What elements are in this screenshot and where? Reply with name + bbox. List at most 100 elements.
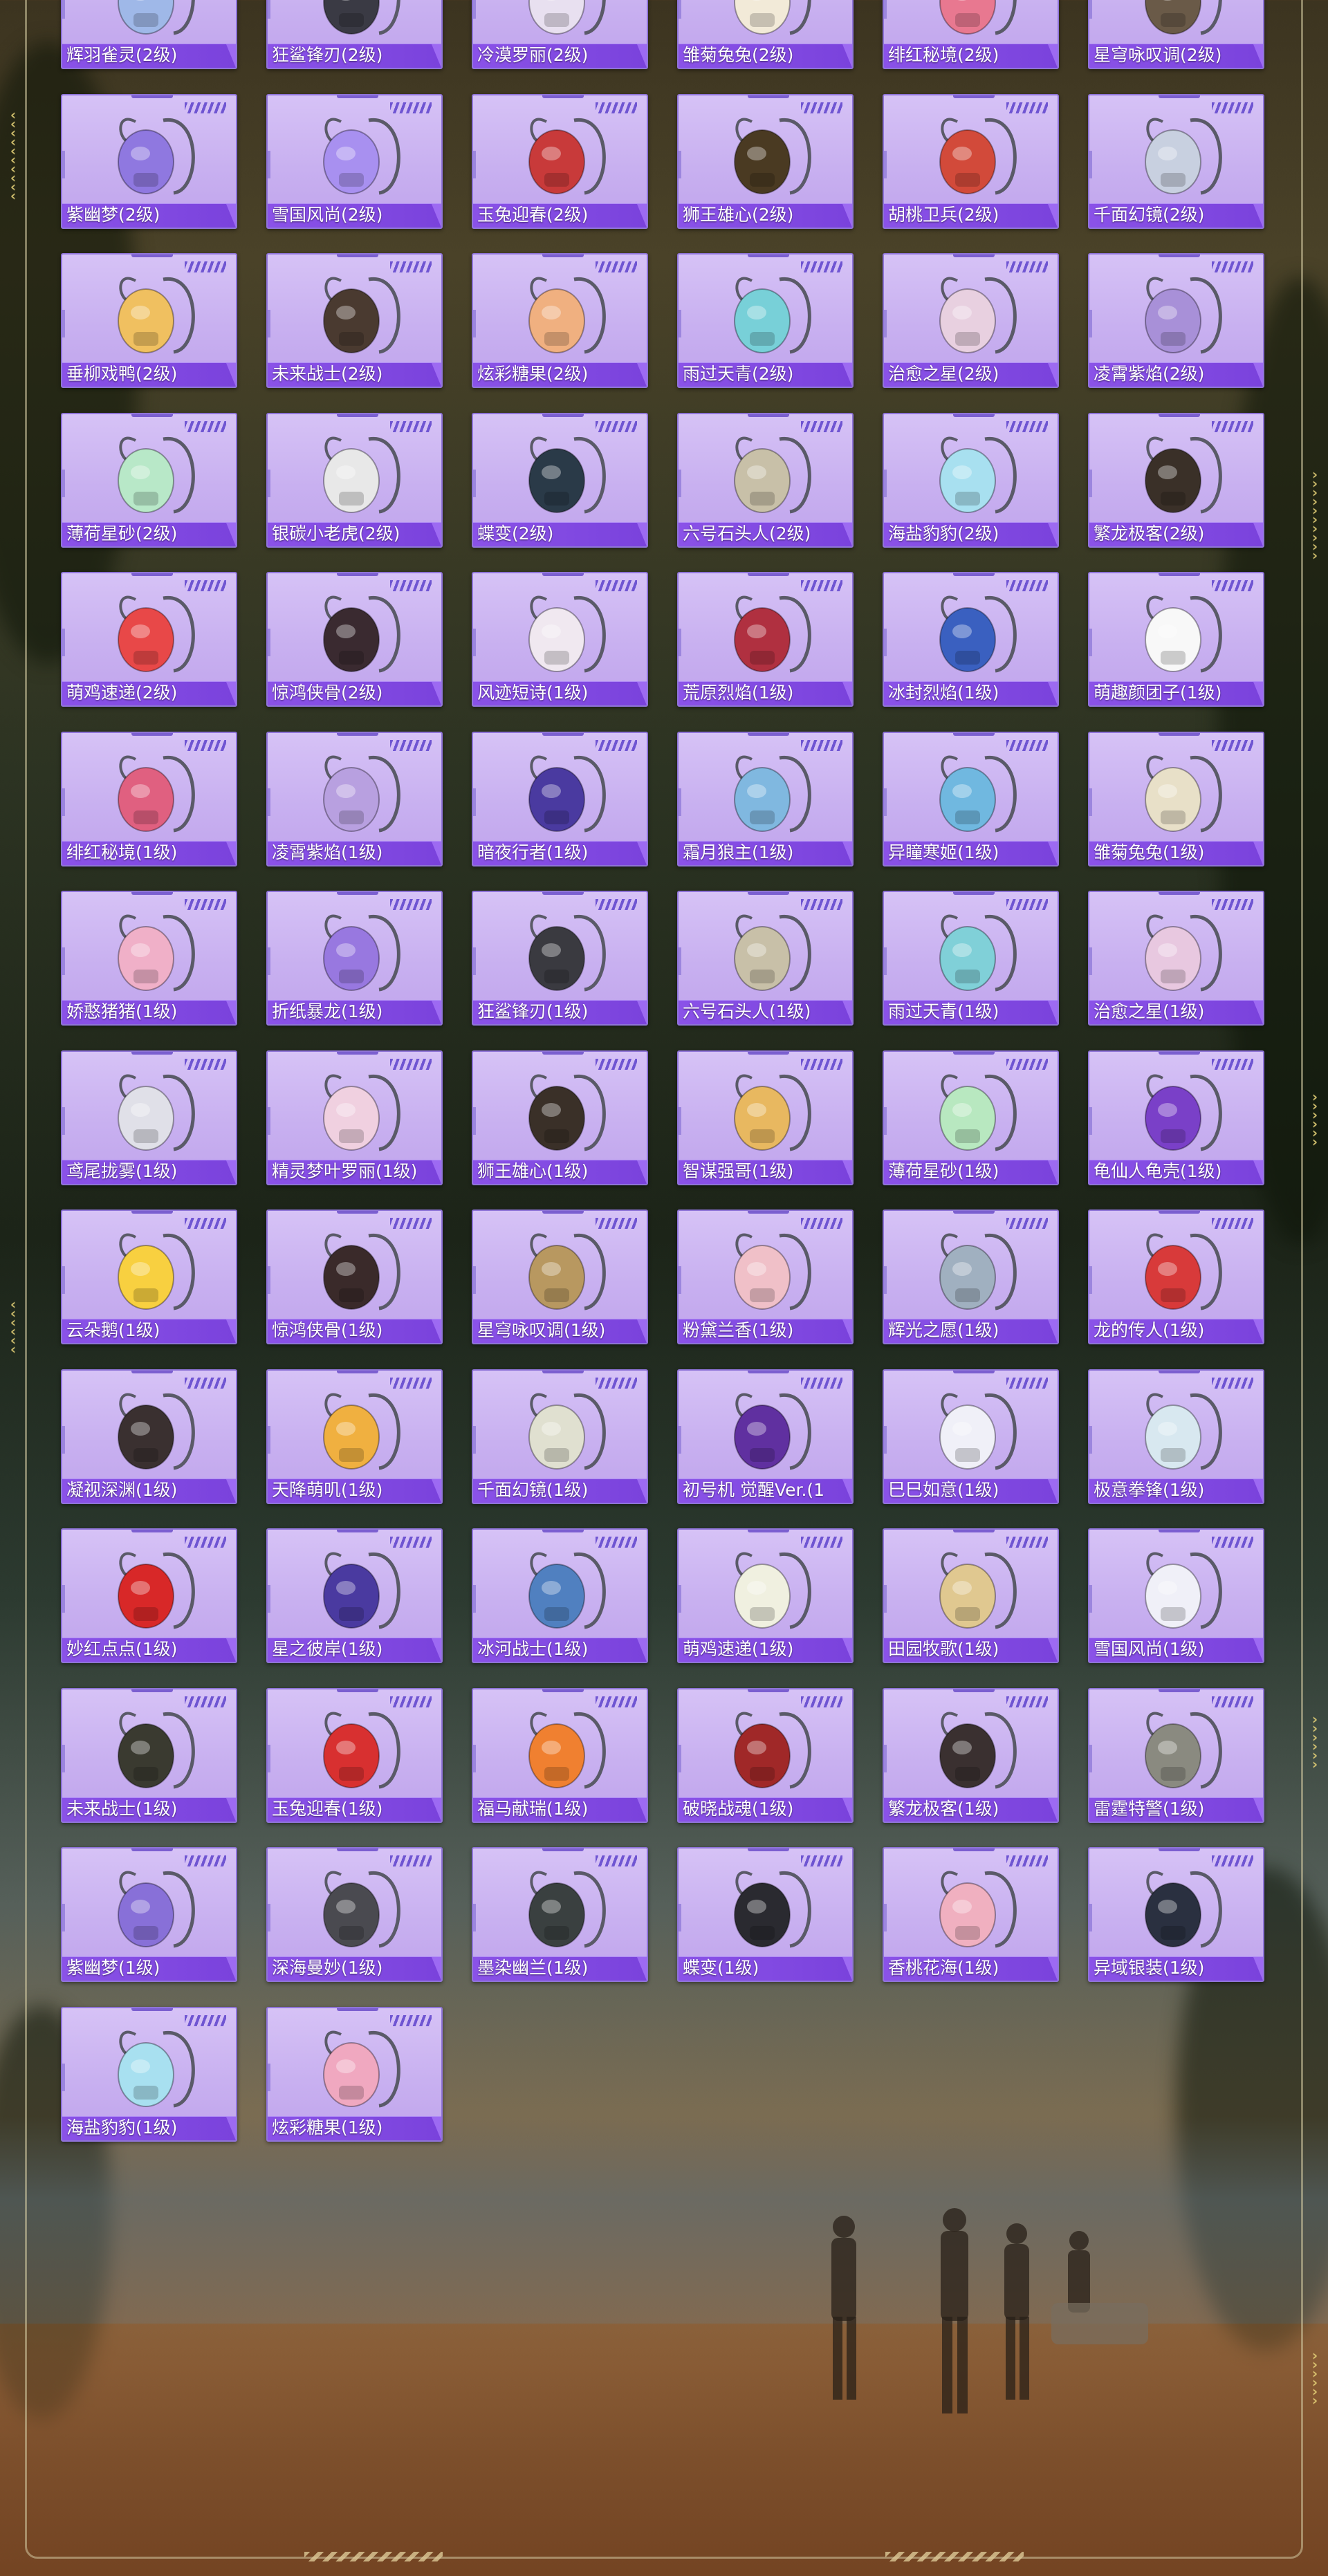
backpack-card[interactable]: 云朵鹅(1级): [61, 1210, 237, 1344]
backpack-card[interactable]: 惊鸿侠骨(2级): [266, 572, 443, 707]
backpack-card[interactable]: 天降萌叽(1级): [266, 1369, 443, 1504]
backpack-card[interactable]: 霜月狼主(1级): [677, 731, 854, 867]
backpack-card[interactable]: 胡桃卫兵(2级): [883, 93, 1059, 229]
backpack-image: [939, 914, 1017, 992]
backpack-card[interactable]: 萌趣颜团子(1级): [1088, 572, 1264, 707]
backpack-card[interactable]: 绯红秘境(2级): [883, 0, 1059, 69]
backpack-card[interactable]: 深海曼妙(1级): [266, 1847, 443, 1982]
backpack-name: 龟仙人龟壳(1级): [1094, 1161, 1222, 1181]
backpack-card[interactable]: 炫彩糖果(2级): [472, 253, 648, 388]
backpack-card[interactable]: 六号石头人(2级): [677, 412, 854, 548]
backpack-card[interactable]: 凌霄紫焰(1级): [266, 731, 443, 867]
backpack-image: [528, 436, 606, 513]
backpack-card[interactable]: 凝视深渊(1级): [61, 1369, 237, 1504]
backpack-card[interactable]: 福马献瑞(1级): [472, 1687, 648, 1823]
backpack-card[interactable]: 娇憨猪猪(1级): [61, 891, 237, 1026]
backpack-card[interactable]: 辉光之愿(1级): [883, 1210, 1059, 1344]
backpack-card[interactable]: 雏菊兔兔(2级): [677, 0, 854, 69]
backpack-name: 绯红秘境(2级): [888, 46, 999, 65]
backpack-card[interactable]: 紫幽梦(2级): [61, 93, 237, 229]
backpack-card[interactable]: 冰封烈焰(1级): [883, 572, 1059, 707]
backpack-card[interactable]: 狂鲨锋刃(1级): [472, 891, 648, 1026]
backpack-card[interactable]: 六号石头人(1级): [677, 891, 854, 1026]
backpack-card[interactable]: 炫彩糖果(1级): [266, 2006, 443, 2142]
backpack-card[interactable]: 精灵梦叶罗丽(1级): [266, 1050, 443, 1185]
backpack-card[interactable]: 治愈之星(1级): [1088, 891, 1264, 1026]
backpack-card[interactable]: 萌鸡速递(2级): [61, 572, 237, 707]
backpack-card[interactable]: 妙红点点(1级): [61, 1528, 237, 1663]
backpack-card[interactable]: 绯红秘境(1级): [61, 731, 237, 867]
card-notch: [62, 947, 65, 975]
backpack-card[interactable]: 垂柳戏鸭(2级): [61, 253, 237, 388]
backpack-card[interactable]: 玉兔迎春(2级): [472, 93, 648, 229]
backpack-image: [939, 755, 1017, 832]
backpack-card[interactable]: 风迹短诗(1级): [472, 572, 648, 707]
backpack-card[interactable]: 凌霄紫焰(2级): [1088, 253, 1264, 388]
backpack-card[interactable]: 异域银装(1级): [1088, 1847, 1264, 1982]
backpack-card[interactable]: 田园牧歌(1级): [883, 1528, 1059, 1663]
backpack-card[interactable]: 龙的传人(1级): [1088, 1210, 1264, 1344]
backpack-card[interactable]: 雨过天青(2级): [677, 253, 854, 388]
backpack-card[interactable]: 冰河战士(1级): [472, 1528, 648, 1663]
backpack-card[interactable]: 千面幻镜(2级): [1088, 93, 1264, 229]
backpack-icon: [1125, 1541, 1228, 1638]
backpack-name: 雏菊兔兔(2级): [683, 46, 794, 65]
card-notch: [679, 788, 681, 816]
backpack-card[interactable]: 暗夜行者(1级): [472, 731, 648, 867]
backpack-card[interactable]: 蝶变(1级): [677, 1847, 854, 1982]
backpack-card[interactable]: 狮王雄心(1级): [472, 1050, 648, 1185]
backpack-card[interactable]: 异瞳寒姬(1级): [883, 731, 1059, 867]
backpack-card[interactable]: 紫幽梦(1级): [61, 1847, 237, 1982]
backpack-card[interactable]: 粉黛兰香(1级): [677, 1210, 854, 1344]
backpack-card[interactable]: 冷漠罗丽(2级): [472, 0, 648, 69]
backpack-card[interactable]: 香桃花海(1级): [883, 1847, 1059, 1982]
backpack-card[interactable]: 折纸暴龙(1级): [266, 891, 443, 1026]
backpack-card[interactable]: 惊鸿侠骨(1级): [266, 1210, 443, 1344]
backpack-card[interactable]: 初号机 觉醒Ver.(1: [677, 1369, 854, 1504]
backpack-card[interactable]: 荒原烈焰(1级): [677, 572, 854, 707]
backpack-card[interactable]: 鸢尾拢雾(1级): [61, 1050, 237, 1185]
backpack-icon: [508, 266, 612, 362]
backpack-card[interactable]: 薄荷星砂(2级): [61, 412, 237, 548]
backpack-card[interactable]: 蝶变(2级): [472, 412, 648, 548]
backpack-card[interactable]: 雪国风尚(1级): [1088, 1528, 1264, 1663]
backpack-name: 冷漠罗丽(2级): [477, 46, 589, 65]
backpack-card[interactable]: 辉羽雀灵(2级): [61, 0, 237, 69]
backpack-card[interactable]: 龟仙人龟壳(1级): [1088, 1050, 1264, 1185]
backpack-card[interactable]: 银碳小老虎(2级): [266, 412, 443, 548]
backpack-card[interactable]: 未来战士(1级): [61, 1687, 237, 1823]
backpack-image: [1144, 1233, 1222, 1310]
backpack-card[interactable]: 智谋强哥(1级): [677, 1050, 854, 1185]
backpack-name: 千面幻镜(1级): [477, 1480, 589, 1500]
backpack-card[interactable]: 繁龙极客(1级): [883, 1687, 1059, 1823]
backpack-card[interactable]: 破晓战魂(1级): [677, 1687, 854, 1823]
backpack-card[interactable]: 萌鸡速递(1级): [677, 1528, 854, 1663]
backpack-card[interactable]: 雨过天青(1级): [883, 891, 1059, 1026]
backpack-image: [322, 277, 400, 354]
backpack-card[interactable]: 薄荷星砂(1级): [883, 1050, 1059, 1185]
backpack-card[interactable]: 巳巳如意(1级): [883, 1369, 1059, 1504]
backpack-name: 精灵梦叶罗丽(1级): [272, 1161, 418, 1181]
backpack-card[interactable]: 未来战士(2级): [266, 253, 443, 388]
backpack-card[interactable]: 千面幻镜(1级): [472, 1369, 648, 1504]
backpack-card[interactable]: 海盐豹豹(1级): [61, 2006, 237, 2142]
backpack-card[interactable]: 星穹咏叹调(1级): [472, 1210, 648, 1344]
backpack-card[interactable]: 极意拳锋(1级): [1088, 1369, 1264, 1504]
backpack-name: 冰河战士(1级): [477, 1640, 589, 1659]
backpack-card[interactable]: 玉兔迎春(1级): [266, 1687, 443, 1823]
backpack-card[interactable]: 海盐豹豹(2级): [883, 412, 1059, 548]
backpack-card[interactable]: 狮王雄心(2级): [677, 93, 854, 229]
backpack-card[interactable]: 繁龙极客(2级): [1088, 412, 1264, 548]
backpack-card[interactable]: 狂鲨锋刃(2级): [266, 0, 443, 69]
backpack-card[interactable]: 星穹咏叹调(2级): [1088, 0, 1264, 69]
backpack-card[interactable]: 雷霆特警(1级): [1088, 1687, 1264, 1823]
backpack-card[interactable]: 墨染幽兰(1级): [472, 1847, 648, 1982]
backpack-card[interactable]: 雪国风尚(2级): [266, 93, 443, 229]
backpack-icon: [1125, 0, 1228, 44]
backpack-card[interactable]: 星之彼岸(1级): [266, 1528, 443, 1663]
backpack-name: 深海曼妙(1级): [272, 1958, 383, 1978]
backpack-icon: [1125, 1063, 1228, 1160]
backpack-card[interactable]: 治愈之星(2级): [883, 253, 1059, 388]
backpack-card[interactable]: 雏菊兔兔(1级): [1088, 731, 1264, 867]
backpack-name: 粉黛兰香(1级): [683, 1321, 794, 1340]
